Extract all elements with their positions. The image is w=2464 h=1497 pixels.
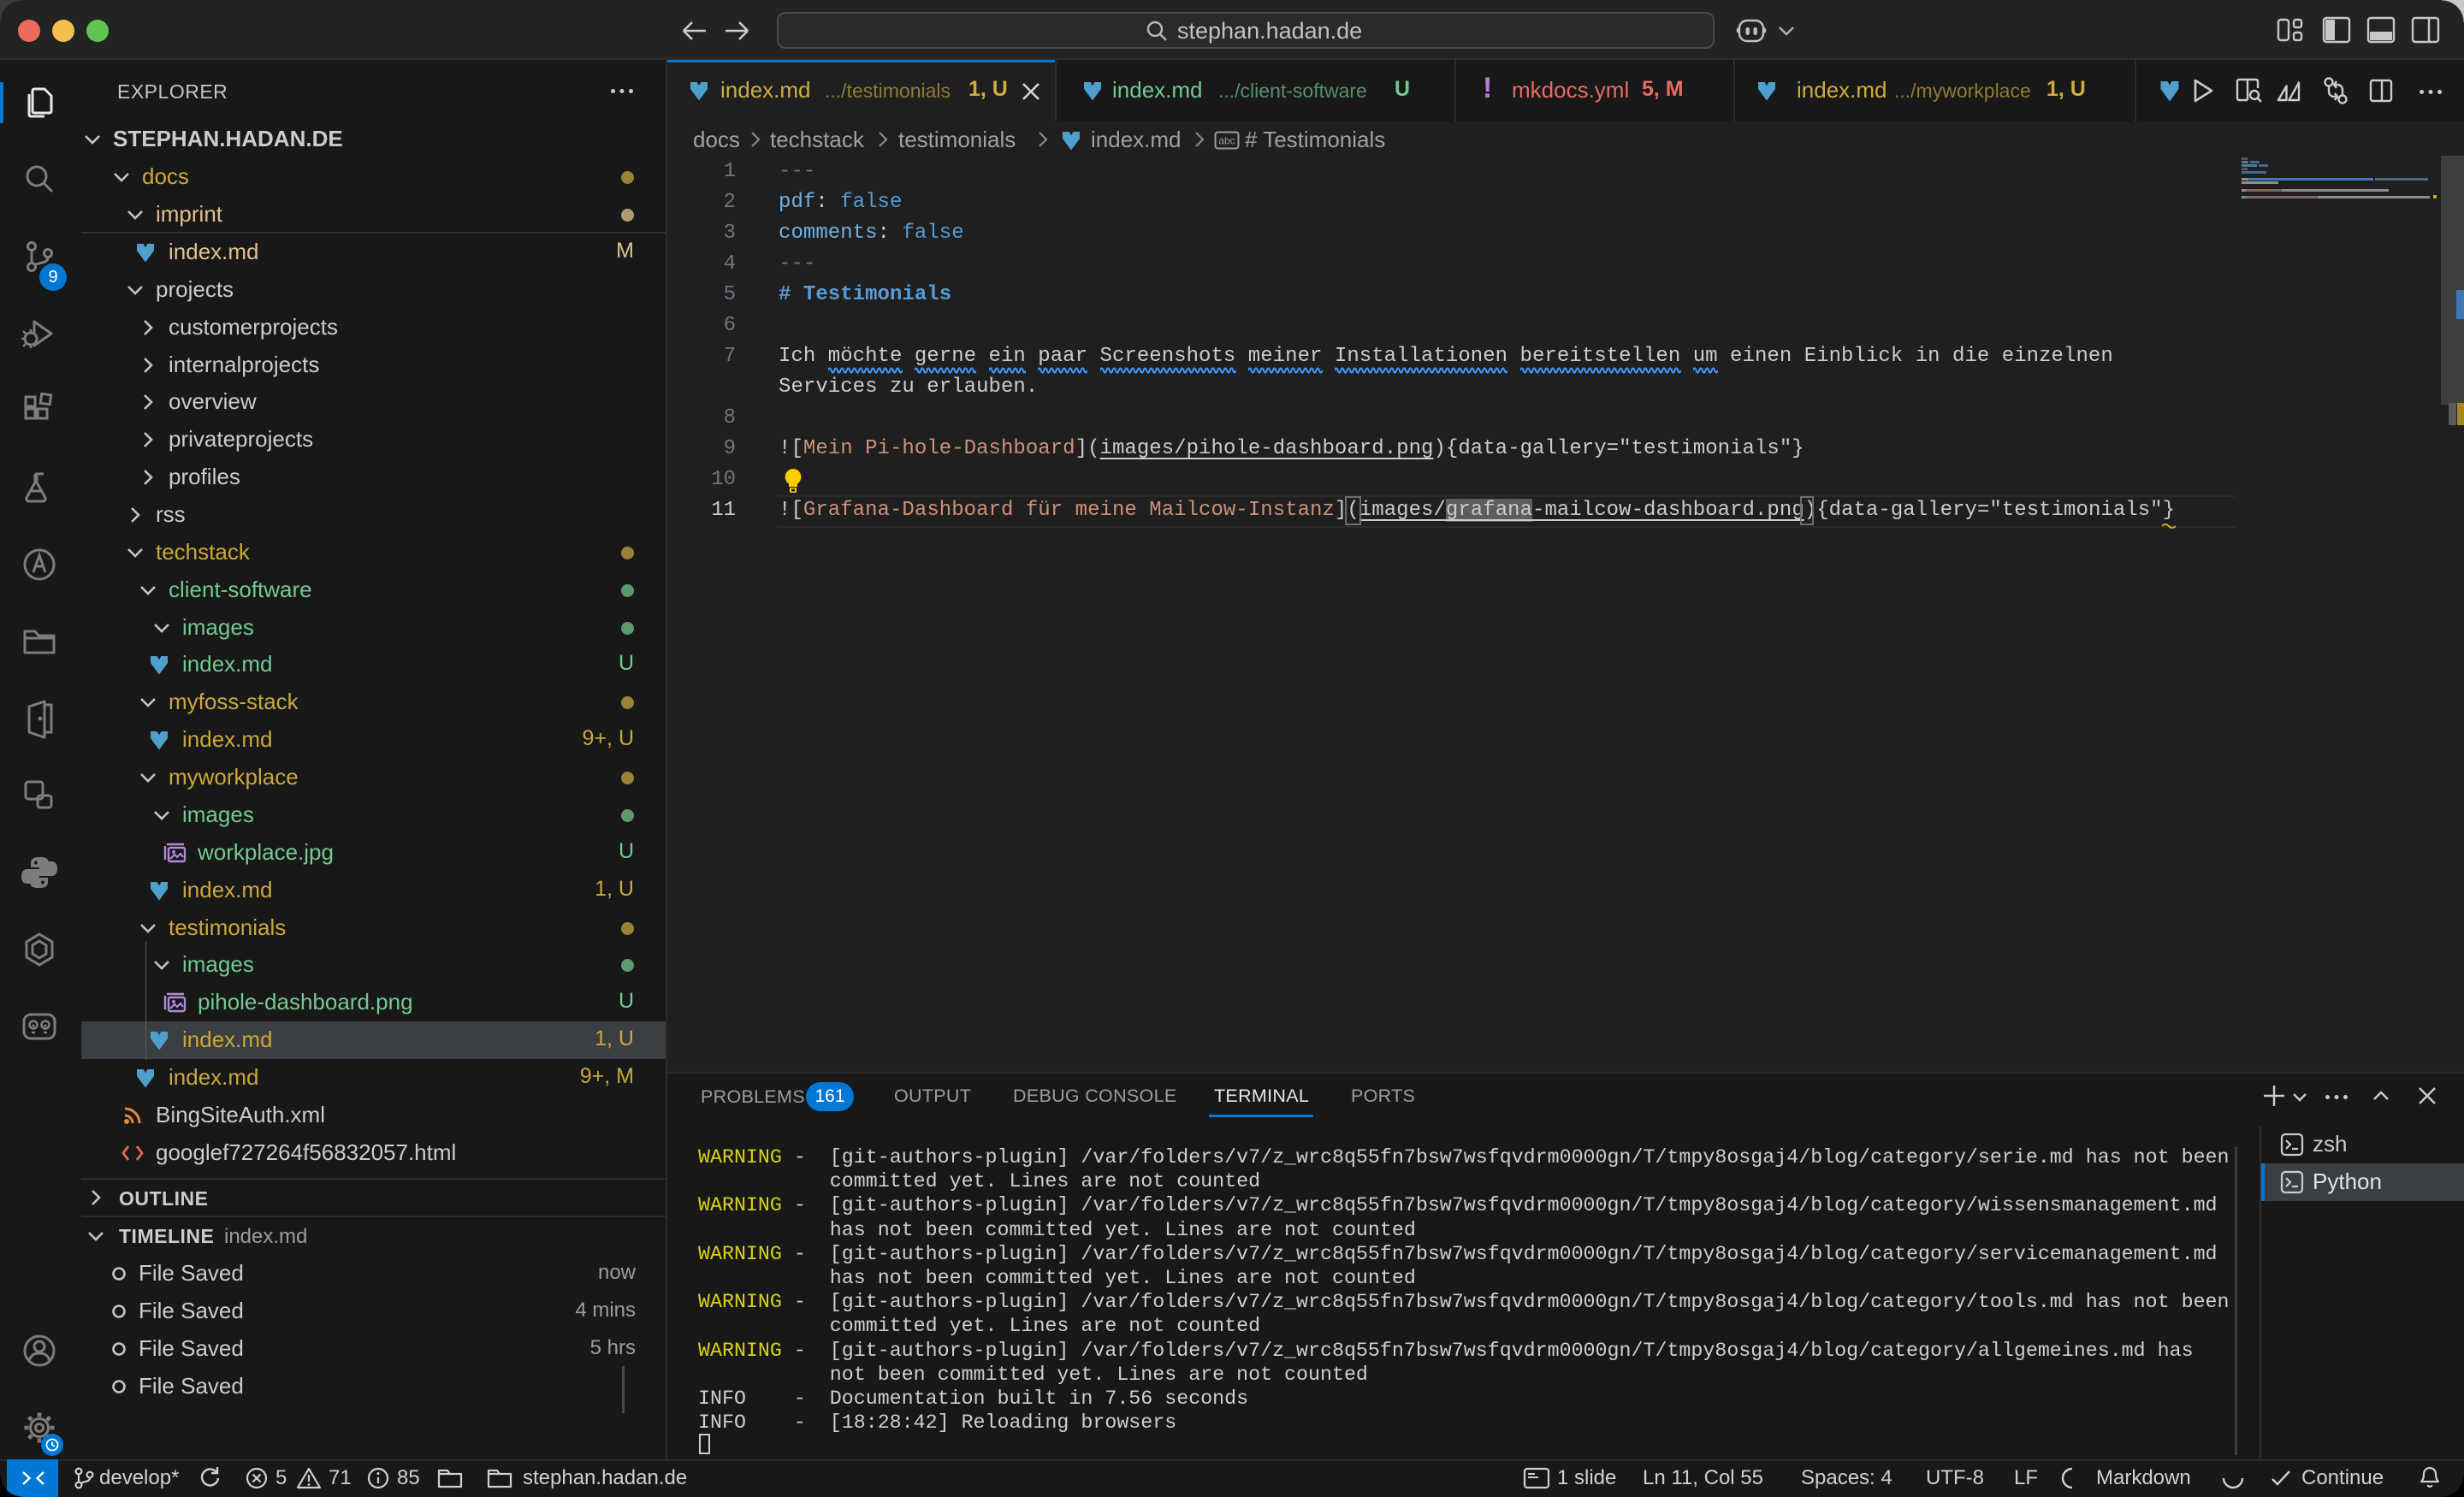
svg-text:abc: abc	[1218, 135, 1235, 147]
